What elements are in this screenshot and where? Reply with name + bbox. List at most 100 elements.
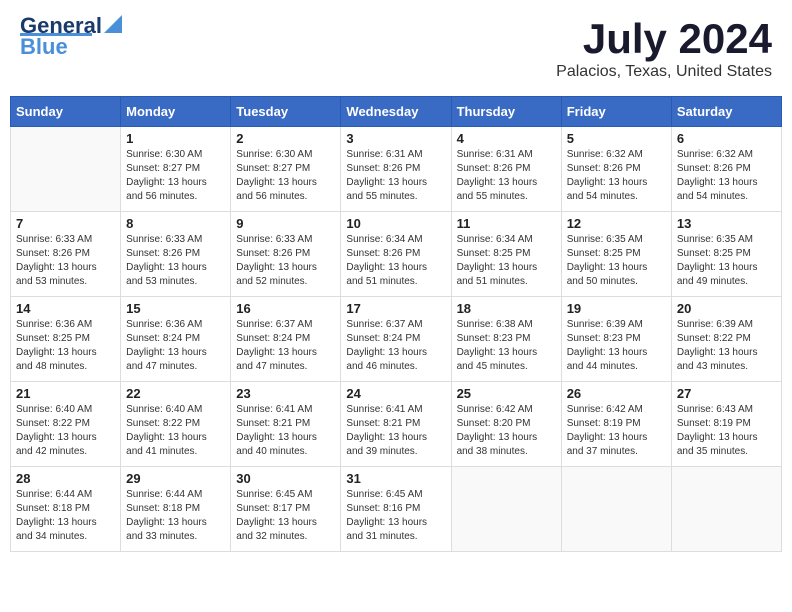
calendar-cell: 16 Sunrise: 6:37 AMSunset: 8:24 PMDaylig…: [231, 297, 341, 382]
cell-info: Sunrise: 6:43 AMSunset: 8:19 PMDaylight:…: [677, 403, 776, 459]
calendar-cell: 29 Sunrise: 6:44 AMSunset: 8:18 PMDaylig…: [121, 467, 231, 552]
calendar-cell: [671, 467, 781, 552]
calendar-cell: 15 Sunrise: 6:36 AMSunset: 8:24 PMDaylig…: [121, 297, 231, 382]
calendar-cell: 8 Sunrise: 6:33 AMSunset: 8:26 PMDayligh…: [121, 212, 231, 297]
calendar-cell: 26 Sunrise: 6:42 AMSunset: 8:19 PMDaylig…: [561, 382, 671, 467]
day-number: 7: [16, 216, 115, 231]
calendar-cell: [561, 467, 671, 552]
calendar-cell: 6 Sunrise: 6:32 AMSunset: 8:26 PMDayligh…: [671, 127, 781, 212]
cell-info: Sunrise: 6:42 AMSunset: 8:19 PMDaylight:…: [567, 403, 666, 459]
calendar-cell: 30 Sunrise: 6:45 AMSunset: 8:17 PMDaylig…: [231, 467, 341, 552]
day-number: 3: [346, 131, 445, 146]
calendar-cell: 17 Sunrise: 6:37 AMSunset: 8:24 PMDaylig…: [341, 297, 451, 382]
calendar-cell: 24 Sunrise: 6:41 AMSunset: 8:21 PMDaylig…: [341, 382, 451, 467]
cell-info: Sunrise: 6:39 AMSunset: 8:23 PMDaylight:…: [567, 318, 666, 374]
page-header: General Blue July 2024 Palacios, Texas, …: [10, 10, 782, 86]
calendar-cell: 22 Sunrise: 6:40 AMSunset: 8:22 PMDaylig…: [121, 382, 231, 467]
calendar-cell: 3 Sunrise: 6:31 AMSunset: 8:26 PMDayligh…: [341, 127, 451, 212]
day-number: 30: [236, 471, 335, 486]
month-year-title: July 2024: [556, 15, 772, 63]
cell-info: Sunrise: 6:32 AMSunset: 8:26 PMDaylight:…: [567, 148, 666, 204]
location-subtitle: Palacios, Texas, United States: [556, 63, 772, 81]
day-number: 11: [457, 216, 556, 231]
day-number: 22: [126, 386, 225, 401]
weekday-header-tuesday: Tuesday: [231, 97, 341, 127]
logo-text-general: General: [20, 15, 102, 37]
weekday-header-friday: Friday: [561, 97, 671, 127]
day-number: 29: [126, 471, 225, 486]
day-number: 16: [236, 301, 335, 316]
calendar-cell: 27 Sunrise: 6:43 AMSunset: 8:19 PMDaylig…: [671, 382, 781, 467]
cell-info: Sunrise: 6:31 AMSunset: 8:26 PMDaylight:…: [457, 148, 556, 204]
day-number: 23: [236, 386, 335, 401]
day-number: 2: [236, 131, 335, 146]
weekday-header-saturday: Saturday: [671, 97, 781, 127]
cell-info: Sunrise: 6:44 AMSunset: 8:18 PMDaylight:…: [16, 488, 115, 544]
calendar-cell: 23 Sunrise: 6:41 AMSunset: 8:21 PMDaylig…: [231, 382, 341, 467]
calendar-cell: [451, 467, 561, 552]
day-number: 25: [457, 386, 556, 401]
day-number: 10: [346, 216, 445, 231]
cell-info: Sunrise: 6:33 AMSunset: 8:26 PMDaylight:…: [236, 233, 335, 289]
cell-info: Sunrise: 6:41 AMSunset: 8:21 PMDaylight:…: [346, 403, 445, 459]
day-number: 31: [346, 471, 445, 486]
day-number: 27: [677, 386, 776, 401]
cell-info: Sunrise: 6:37 AMSunset: 8:24 PMDaylight:…: [236, 318, 335, 374]
calendar-cell: 7 Sunrise: 6:33 AMSunset: 8:26 PMDayligh…: [11, 212, 121, 297]
calendar-cell: [11, 127, 121, 212]
calendar-cell: 13 Sunrise: 6:35 AMSunset: 8:25 PMDaylig…: [671, 212, 781, 297]
cell-info: Sunrise: 6:45 AMSunset: 8:16 PMDaylight:…: [346, 488, 445, 544]
calendar-cell: 4 Sunrise: 6:31 AMSunset: 8:26 PMDayligh…: [451, 127, 561, 212]
cell-info: Sunrise: 6:38 AMSunset: 8:23 PMDaylight:…: [457, 318, 556, 374]
calendar-cell: 1 Sunrise: 6:30 AMSunset: 8:27 PMDayligh…: [121, 127, 231, 212]
cell-info: Sunrise: 6:35 AMSunset: 8:25 PMDaylight:…: [567, 233, 666, 289]
weekday-header-monday: Monday: [121, 97, 231, 127]
day-number: 17: [346, 301, 445, 316]
calendar-cell: 18 Sunrise: 6:38 AMSunset: 8:23 PMDaylig…: [451, 297, 561, 382]
day-number: 19: [567, 301, 666, 316]
cell-info: Sunrise: 6:34 AMSunset: 8:25 PMDaylight:…: [457, 233, 556, 289]
day-number: 18: [457, 301, 556, 316]
day-number: 13: [677, 216, 776, 231]
cell-info: Sunrise: 6:34 AMSunset: 8:26 PMDaylight:…: [346, 233, 445, 289]
cell-info: Sunrise: 6:40 AMSunset: 8:22 PMDaylight:…: [126, 403, 225, 459]
cell-info: Sunrise: 6:40 AMSunset: 8:22 PMDaylight:…: [16, 403, 115, 459]
calendar-cell: 19 Sunrise: 6:39 AMSunset: 8:23 PMDaylig…: [561, 297, 671, 382]
cell-info: Sunrise: 6:41 AMSunset: 8:21 PMDaylight:…: [236, 403, 335, 459]
calendar-cell: 11 Sunrise: 6:34 AMSunset: 8:25 PMDaylig…: [451, 212, 561, 297]
day-number: 15: [126, 301, 225, 316]
calendar-cell: 21 Sunrise: 6:40 AMSunset: 8:22 PMDaylig…: [11, 382, 121, 467]
cell-info: Sunrise: 6:31 AMSunset: 8:26 PMDaylight:…: [346, 148, 445, 204]
cell-info: Sunrise: 6:30 AMSunset: 8:27 PMDaylight:…: [126, 148, 225, 204]
calendar-cell: 12 Sunrise: 6:35 AMSunset: 8:25 PMDaylig…: [561, 212, 671, 297]
weekday-header-thursday: Thursday: [451, 97, 561, 127]
cell-info: Sunrise: 6:36 AMSunset: 8:25 PMDaylight:…: [16, 318, 115, 374]
cell-info: Sunrise: 6:39 AMSunset: 8:22 PMDaylight:…: [677, 318, 776, 374]
cell-info: Sunrise: 6:35 AMSunset: 8:25 PMDaylight:…: [677, 233, 776, 289]
calendar-cell: 20 Sunrise: 6:39 AMSunset: 8:22 PMDaylig…: [671, 297, 781, 382]
calendar-week-row: 28 Sunrise: 6:44 AMSunset: 8:18 PMDaylig…: [11, 467, 782, 552]
calendar-week-row: 21 Sunrise: 6:40 AMSunset: 8:22 PMDaylig…: [11, 382, 782, 467]
calendar-cell: 14 Sunrise: 6:36 AMSunset: 8:25 PMDaylig…: [11, 297, 121, 382]
day-number: 1: [126, 131, 225, 146]
calendar-cell: 25 Sunrise: 6:42 AMSunset: 8:20 PMDaylig…: [451, 382, 561, 467]
day-number: 8: [126, 216, 225, 231]
calendar-cell: 31 Sunrise: 6:45 AMSunset: 8:16 PMDaylig…: [341, 467, 451, 552]
day-number: 28: [16, 471, 115, 486]
calendar-week-row: 1 Sunrise: 6:30 AMSunset: 8:27 PMDayligh…: [11, 127, 782, 212]
weekday-header-row: SundayMondayTuesdayWednesdayThursdayFrid…: [11, 97, 782, 127]
cell-info: Sunrise: 6:33 AMSunset: 8:26 PMDaylight:…: [16, 233, 115, 289]
day-number: 4: [457, 131, 556, 146]
calendar-cell: 28 Sunrise: 6:44 AMSunset: 8:18 PMDaylig…: [11, 467, 121, 552]
day-number: 20: [677, 301, 776, 316]
calendar-cell: 10 Sunrise: 6:34 AMSunset: 8:26 PMDaylig…: [341, 212, 451, 297]
cell-info: Sunrise: 6:30 AMSunset: 8:27 PMDaylight:…: [236, 148, 335, 204]
day-number: 26: [567, 386, 666, 401]
cell-info: Sunrise: 6:36 AMSunset: 8:24 PMDaylight:…: [126, 318, 225, 374]
day-number: 5: [567, 131, 666, 146]
cell-info: Sunrise: 6:33 AMSunset: 8:26 PMDaylight:…: [126, 233, 225, 289]
day-number: 6: [677, 131, 776, 146]
weekday-header-wednesday: Wednesday: [341, 97, 451, 127]
calendar-cell: 2 Sunrise: 6:30 AMSunset: 8:27 PMDayligh…: [231, 127, 341, 212]
day-number: 9: [236, 216, 335, 231]
